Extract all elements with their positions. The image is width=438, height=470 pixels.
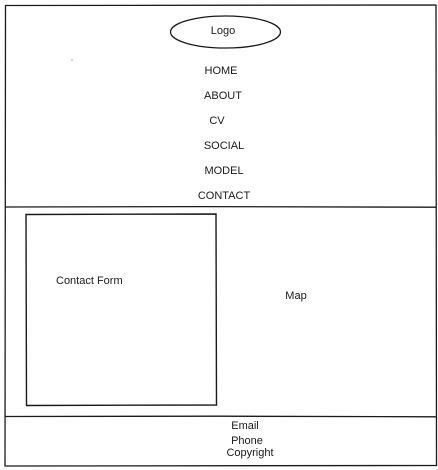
contact-form[interactable]: Contact Form	[56, 275, 123, 287]
logo[interactable]: Logo	[211, 25, 235, 37]
nav-item-contact[interactable]: CONTACT	[198, 190, 250, 202]
footer-copyright: Copyright	[226, 447, 274, 459]
nav-item-home[interactable]: HOME	[205, 65, 238, 77]
footer-email[interactable]: Email	[231, 420, 259, 432]
contact-form-box	[25, 213, 218, 407]
footer-phone[interactable]: Phone	[231, 435, 263, 447]
header-divider	[4, 205, 437, 208]
footer-divider	[4, 415, 437, 418]
nav-item-model[interactable]: MODEL	[204, 165, 243, 177]
map[interactable]: Map	[285, 290, 306, 302]
nav-item-about[interactable]: ABOUT	[204, 90, 242, 102]
stray-mark	[71, 59, 73, 61]
nav-item-social[interactable]: SOCIAL	[204, 140, 244, 152]
nav-item-cv[interactable]: CV	[209, 115, 224, 127]
